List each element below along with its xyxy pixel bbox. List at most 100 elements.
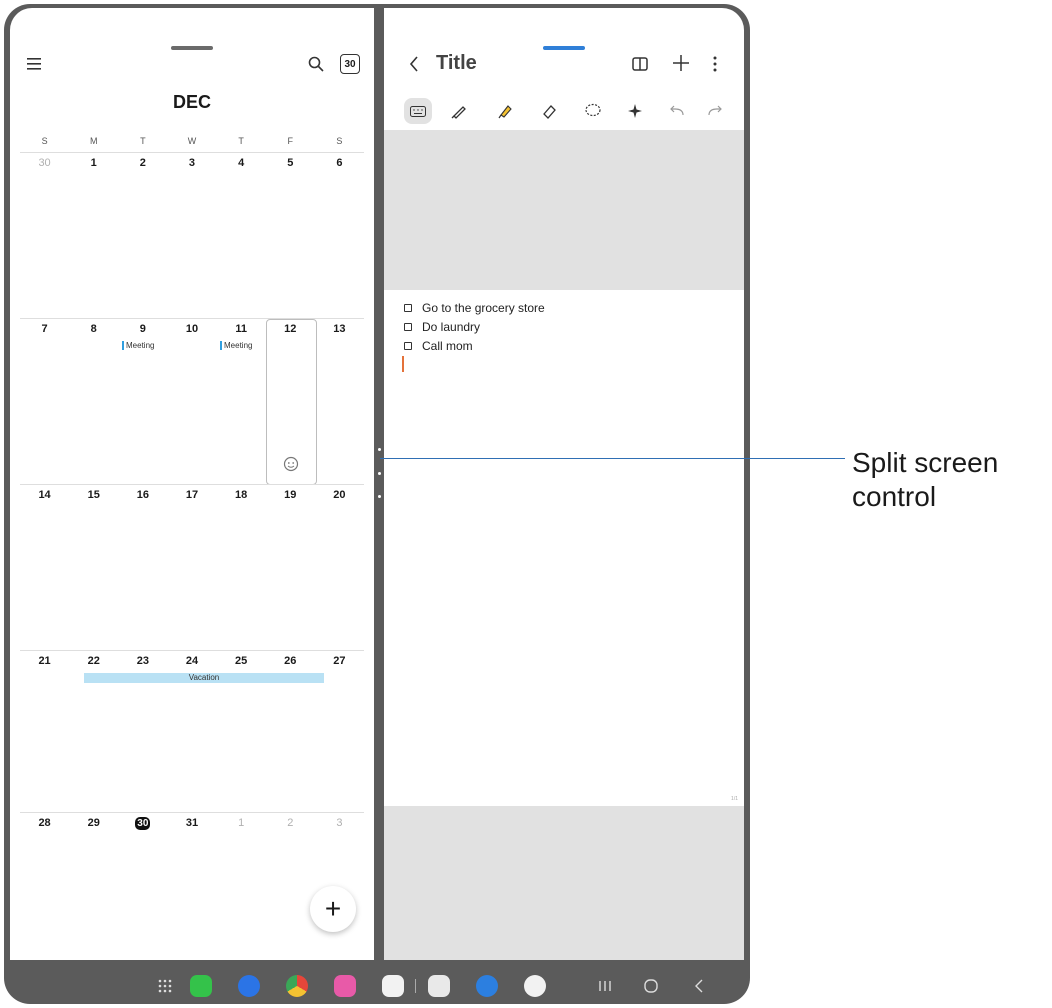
add-icon[interactable]: [670, 52, 692, 74]
calendar-notes-pair-icon[interactable]: [428, 975, 450, 997]
canvas-margin-bottom: [384, 806, 744, 960]
checklist-text: Go to the grocery store: [422, 301, 545, 315]
split-screen-control[interactable]: [377, 448, 381, 498]
back-nav-icon[interactable]: [688, 975, 710, 997]
week-row: 30 1 2 3 4 5 6: [20, 152, 364, 319]
date-cell[interactable]: 19: [266, 485, 315, 505]
menu-icon[interactable]: [24, 54, 44, 74]
device-frame: 30 DEC S M T W T F S 30 1 2 3 4 5 6 7 8 …: [4, 4, 750, 1004]
recent-app-icon[interactable]: [476, 975, 498, 997]
search-icon[interactable]: [306, 54, 326, 74]
date-cell[interactable]: 17: [167, 485, 216, 505]
event-bar-vacation[interactable]: Vacation: [84, 673, 324, 683]
date-cell[interactable]: 2: [266, 813, 315, 833]
redo-icon[interactable]: [704, 100, 726, 122]
calendar-pane: 30 DEC S M T W T F S 30 1 2 3 4 5 6 7 8 …: [10, 8, 374, 960]
date-cell[interactable]: 16: [118, 485, 167, 505]
pen-toolbar: [384, 92, 744, 130]
date-cell[interactable]: 7: [20, 319, 69, 339]
undo-icon[interactable]: [666, 100, 688, 122]
note-title[interactable]: Title: [436, 52, 477, 75]
sparkle-icon[interactable]: [624, 100, 646, 122]
today-button[interactable]: 30: [340, 54, 360, 74]
date-cell[interactable]: 1: [217, 813, 266, 833]
date-cell[interactable]: 28: [20, 813, 69, 833]
date-cell[interactable]: 11: [217, 319, 266, 339]
window-handle[interactable]: [543, 46, 585, 50]
checklist-item[interactable]: Do laundry: [404, 320, 480, 334]
today-marker: 30: [135, 817, 151, 830]
date-cell[interactable]: 31: [167, 813, 216, 833]
weekday-label: M: [89, 136, 98, 146]
date-cell[interactable]: 15: [69, 485, 118, 505]
weekday-label: S: [336, 136, 343, 146]
clock-app-icon[interactable]: [524, 975, 546, 997]
checklist-text: Do laundry: [422, 320, 481, 334]
date-cell[interactable]: 20: [315, 485, 364, 505]
checklist-item[interactable]: Call mom: [404, 339, 473, 353]
text-cursor: [402, 356, 404, 372]
more-options-icon[interactable]: [710, 54, 720, 74]
checkbox[interactable]: [404, 342, 412, 350]
today-button-label: 30: [344, 58, 356, 70]
notes-pane: Title Go to the grocery store Do laundry…: [384, 8, 744, 960]
date-cell[interactable]: 14: [20, 485, 69, 505]
checklist-item[interactable]: Go to the grocery store: [404, 301, 545, 315]
event-chip[interactable]: Meeting: [122, 341, 154, 350]
weekday-label: T: [238, 136, 244, 146]
date-cell[interactable]: 6: [315, 153, 364, 173]
eraser-icon[interactable]: [538, 100, 560, 122]
date-cell[interactable]: 25: [217, 651, 266, 671]
add-event-label: +: [324, 893, 342, 924]
week-row: 14 15 16 17 18 19 20: [20, 484, 364, 651]
highlighter-icon[interactable]: [494, 100, 516, 122]
pen-icon[interactable]: [448, 100, 470, 122]
event-chip[interactable]: Meeting: [220, 341, 252, 350]
canvas-margin-top: [384, 130, 744, 290]
checklist-text: Call mom: [422, 339, 473, 353]
weekday-header: S M T W T F S: [20, 136, 364, 146]
messages-app-icon[interactable]: [238, 975, 260, 997]
date-cell[interactable]: 21: [20, 651, 69, 671]
date-cell[interactable]: 18: [217, 485, 266, 505]
chrome-app-icon[interactable]: [286, 975, 308, 997]
camera-app-icon[interactable]: [382, 975, 404, 997]
date-cell[interactable]: 30: [20, 153, 69, 173]
checkbox[interactable]: [404, 304, 412, 312]
back-icon[interactable]: [404, 52, 424, 76]
date-cell[interactable]: 26: [266, 651, 315, 671]
date-cell[interactable]: 2: [118, 153, 167, 173]
date-cell[interactable]: 22: [69, 651, 118, 671]
lasso-icon[interactable]: [582, 100, 604, 122]
date-cell[interactable]: 3: [167, 153, 216, 173]
add-event-button[interactable]: +: [310, 886, 356, 932]
week-row: 28 29 30 31 1 2 3: [20, 812, 364, 960]
taskbar: [4, 966, 750, 1004]
date-cell[interactable]: 24: [167, 651, 216, 671]
callout-label-line: Split screen: [852, 447, 999, 478]
keyboard-icon[interactable]: [404, 98, 432, 124]
checkbox[interactable]: [404, 323, 412, 331]
date-cell[interactable]: 8: [69, 319, 118, 339]
book-icon[interactable]: [630, 54, 650, 74]
date-cell[interactable]: 9: [118, 319, 167, 339]
bixby-app-icon[interactable]: [334, 975, 356, 997]
weekday-label: T: [140, 136, 146, 146]
date-cell[interactable]: 27: [315, 651, 364, 671]
date-cell[interactable]: 23: [118, 651, 167, 671]
date-cell[interactable]: 29: [69, 813, 118, 833]
date-cell[interactable]: 13: [315, 319, 364, 339]
home-nav-icon[interactable]: [640, 975, 662, 997]
app-drawer-icon[interactable]: [154, 975, 176, 997]
phone-app-icon[interactable]: [190, 975, 212, 997]
date-cell[interactable]: 3: [315, 813, 364, 833]
date-cell[interactable]: 10: [167, 319, 216, 339]
date-cell-today[interactable]: 30: [118, 813, 167, 833]
recents-nav-icon[interactable]: [594, 975, 616, 997]
window-handle[interactable]: [171, 46, 213, 50]
sticker-icon[interactable]: [282, 455, 300, 473]
date-cell[interactable]: 1: [69, 153, 118, 173]
date-cell[interactable]: 4: [217, 153, 266, 173]
callout-label-line: control: [852, 481, 937, 512]
date-cell[interactable]: 5: [266, 153, 315, 173]
